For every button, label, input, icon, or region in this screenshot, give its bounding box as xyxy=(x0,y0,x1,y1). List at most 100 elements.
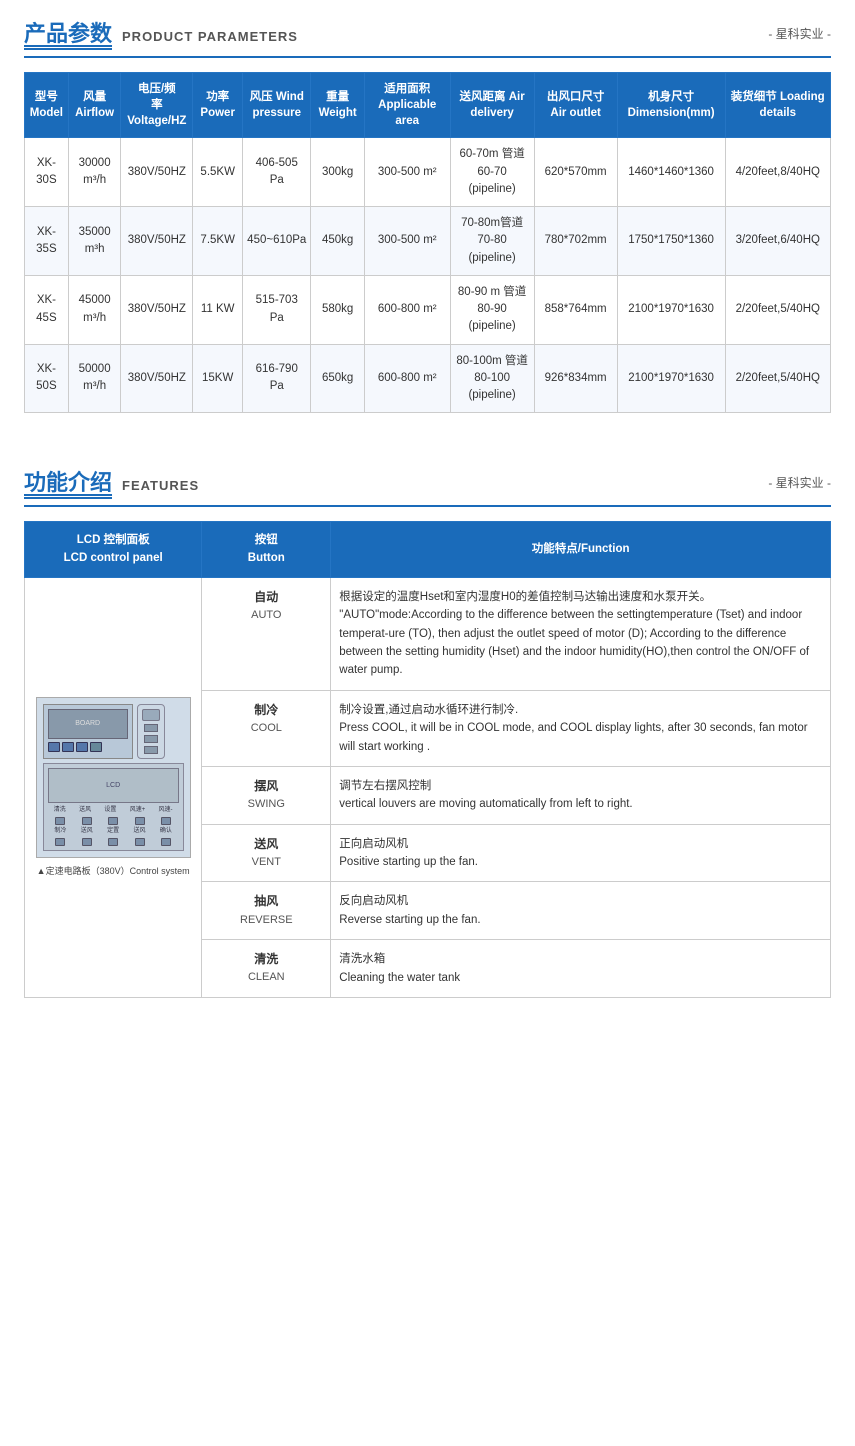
col-weight: 重量 Weight xyxy=(311,73,365,138)
col-applicable-area: 适用面积 Applicable area xyxy=(364,73,450,138)
func-cn: 调节左右摆风控制 xyxy=(339,777,822,795)
table-cell: XK-35S xyxy=(25,207,69,276)
table-cell: 380V/50HZ xyxy=(121,138,193,207)
button-cell: 送风 VENT xyxy=(202,824,331,882)
panel-and-remote: BOARD xyxy=(33,697,193,858)
table-cell: 780*702mm xyxy=(534,207,617,276)
func-cn: 正向启动风机 xyxy=(339,835,822,853)
col-voltage: 电压/频率 Voltage/HZ xyxy=(121,73,193,138)
func-cn: 清洗水箱 xyxy=(339,950,822,968)
function-cell: 正向启动风机Positive starting up the fan. xyxy=(331,824,831,882)
table-cell: 80-90 m 管道 80-90 (pipeline) xyxy=(450,275,534,344)
params-table: 型号Model 风量Airflow 电压/频率 Voltage/HZ 功率 Po… xyxy=(24,72,831,413)
panel-cell: BOARD xyxy=(25,577,202,997)
col-function: 功能特点/Function xyxy=(331,522,831,578)
features-table: LCD 控制面板 LCD control panel 按钮 Button 功能特… xyxy=(24,521,831,998)
table-cell: 2100*1970*1630 xyxy=(617,344,725,413)
section2-brand: - 星科实业 - xyxy=(768,474,831,491)
table-cell: 600-800 m² xyxy=(364,344,450,413)
table-cell: XK-45S xyxy=(25,275,69,344)
func-cn: 制冷设置,通过启动水循环进行制冷. xyxy=(339,701,822,719)
table-cell: 2/20feet,5/40HQ xyxy=(725,344,830,413)
table-cell: 380V/50HZ xyxy=(121,275,193,344)
button-label-en: VENT xyxy=(210,854,322,872)
func-en: Positive starting up the fan. xyxy=(339,853,822,871)
col-loading: 装货细节 Loading details xyxy=(725,73,830,138)
col-air-delivery: 送风距离 Air delivery xyxy=(450,73,534,138)
col-model: 型号Model xyxy=(25,73,69,138)
table-cell: 380V/50HZ xyxy=(121,344,193,413)
table-cell: 515-703 Pa xyxy=(243,275,311,344)
table-cell: 30000 m³/h xyxy=(68,138,121,207)
button-cell: 制冷 COOL xyxy=(202,690,331,766)
button-label-cn: 制冷 xyxy=(210,701,322,720)
table-cell: 450~610Pa xyxy=(243,207,311,276)
func-en: Press COOL, it will be in COOL mode, and… xyxy=(339,719,822,756)
table-cell: 650kg xyxy=(311,344,365,413)
table-cell: 2/20feet,5/40HQ xyxy=(725,275,830,344)
table-cell: XK-50S xyxy=(25,344,69,413)
button-label-en: AUTO xyxy=(210,607,322,625)
table-cell: 300-500 m² xyxy=(364,207,450,276)
table-cell: 50000 m³/h xyxy=(68,344,121,413)
table-cell: 1460*1460*1360 xyxy=(617,138,725,207)
table-cell: 450kg xyxy=(311,207,365,276)
col-button: 按钮 Button xyxy=(202,522,331,578)
table-cell: 11 KW xyxy=(193,275,243,344)
button-cell: 自动 AUTO xyxy=(202,577,331,690)
table-row: XK-30S30000 m³/h380V/50HZ5.5KW406-505 Pa… xyxy=(25,138,831,207)
panel-caption: ▲定速电路板（380V）Control system xyxy=(33,864,193,878)
function-cell: 调节左右摆风控制vertical louvers are moving auto… xyxy=(331,766,831,824)
function-cell: 根据设定的温度Hset和室内湿度H0的差值控制马达输出速度和水泵开关。"AUTO… xyxy=(331,577,831,690)
col-air-outlet: 出风口尺寸 Air outlet xyxy=(534,73,617,138)
button-label-cn: 自动 xyxy=(210,588,322,607)
button-label-cn: 摆风 xyxy=(210,777,322,796)
col-lcd-panel: LCD 控制面板 LCD control panel xyxy=(25,522,202,578)
function-cell: 反向启动风机Reverse starting up the fan. xyxy=(331,882,831,940)
section1-brand: - 星科实业 - xyxy=(768,25,831,42)
func-cn: 根据设定的温度Hset和室内湿度H0的差值控制马达输出速度和水泵开关。 xyxy=(339,588,822,606)
table-cell: 926*834mm xyxy=(534,344,617,413)
table-cell: 7.5KW xyxy=(193,207,243,276)
table-cell: 406-505 Pa xyxy=(243,138,311,207)
button-label-en: CLEAN xyxy=(210,969,322,987)
func-en: Cleaning the water tank xyxy=(339,969,822,987)
table-cell: 5.5KW xyxy=(193,138,243,207)
features-section: 功能介绍 FEATURES - 星科实业 - LCD 控制面板 LCD cont… xyxy=(0,449,855,1014)
table-cell: 45000 m³/h xyxy=(68,275,121,344)
section1-title-cn: 产品参数 xyxy=(24,16,112,50)
table-cell: 60-70m 管道 60-70 (pipeline) xyxy=(450,138,534,207)
function-cell: 制冷设置,通过启动水循环进行制冷.Press COOL, it will be … xyxy=(331,690,831,766)
section2-title-en: FEATURES xyxy=(122,478,199,493)
button-label-en: COOL xyxy=(210,720,322,738)
button-cell: 摆风 SWING xyxy=(202,766,331,824)
col-wind-pressure: 风压 Windpressure xyxy=(243,73,311,138)
button-label-cn: 清洗 xyxy=(210,950,322,969)
table-cell: 35000 m³h xyxy=(68,207,121,276)
table-cell: 4/20feet,8/40HQ xyxy=(725,138,830,207)
table-cell: 3/20feet,6/40HQ xyxy=(725,207,830,276)
button-label-en: SWING xyxy=(210,796,322,814)
table-cell: 600-800 m² xyxy=(364,275,450,344)
table-cell: 70-80m管道 70-80 (pipeline) xyxy=(450,207,534,276)
table-cell: 2100*1970*1630 xyxy=(617,275,725,344)
section1-title-wrap: 产品参数 PRODUCT PARAMETERS xyxy=(24,16,298,50)
function-cell: 清洗水箱Cleaning the water tank xyxy=(331,940,831,998)
button-cell: 抽风 REVERSE xyxy=(202,882,331,940)
table-cell: 300-500 m² xyxy=(364,138,450,207)
table-cell: 616-790 Pa xyxy=(243,344,311,413)
table-cell: 1750*1750*1360 xyxy=(617,207,725,276)
lcd-panel-image: BOARD xyxy=(36,697,191,858)
table-cell: 620*570mm xyxy=(534,138,617,207)
table-cell: 580kg xyxy=(311,275,365,344)
table-cell: 858*764mm xyxy=(534,275,617,344)
table-row: XK-45S45000 m³/h380V/50HZ11 KW515-703 Pa… xyxy=(25,275,831,344)
func-en: vertical louvers are moving automaticall… xyxy=(339,795,822,813)
list-item: BOARD xyxy=(25,577,831,690)
product-params-section: 产品参数 PRODUCT PARAMETERS - 星科实业 - 型号Model… xyxy=(0,0,855,429)
table-cell: 80-100m 管道 80-100 (pipeline) xyxy=(450,344,534,413)
table-cell: 15KW xyxy=(193,344,243,413)
button-label-en: REVERSE xyxy=(210,912,322,930)
func-en: "AUTO"mode:According to the difference b… xyxy=(339,606,822,680)
col-airflow: 风量Airflow xyxy=(68,73,121,138)
